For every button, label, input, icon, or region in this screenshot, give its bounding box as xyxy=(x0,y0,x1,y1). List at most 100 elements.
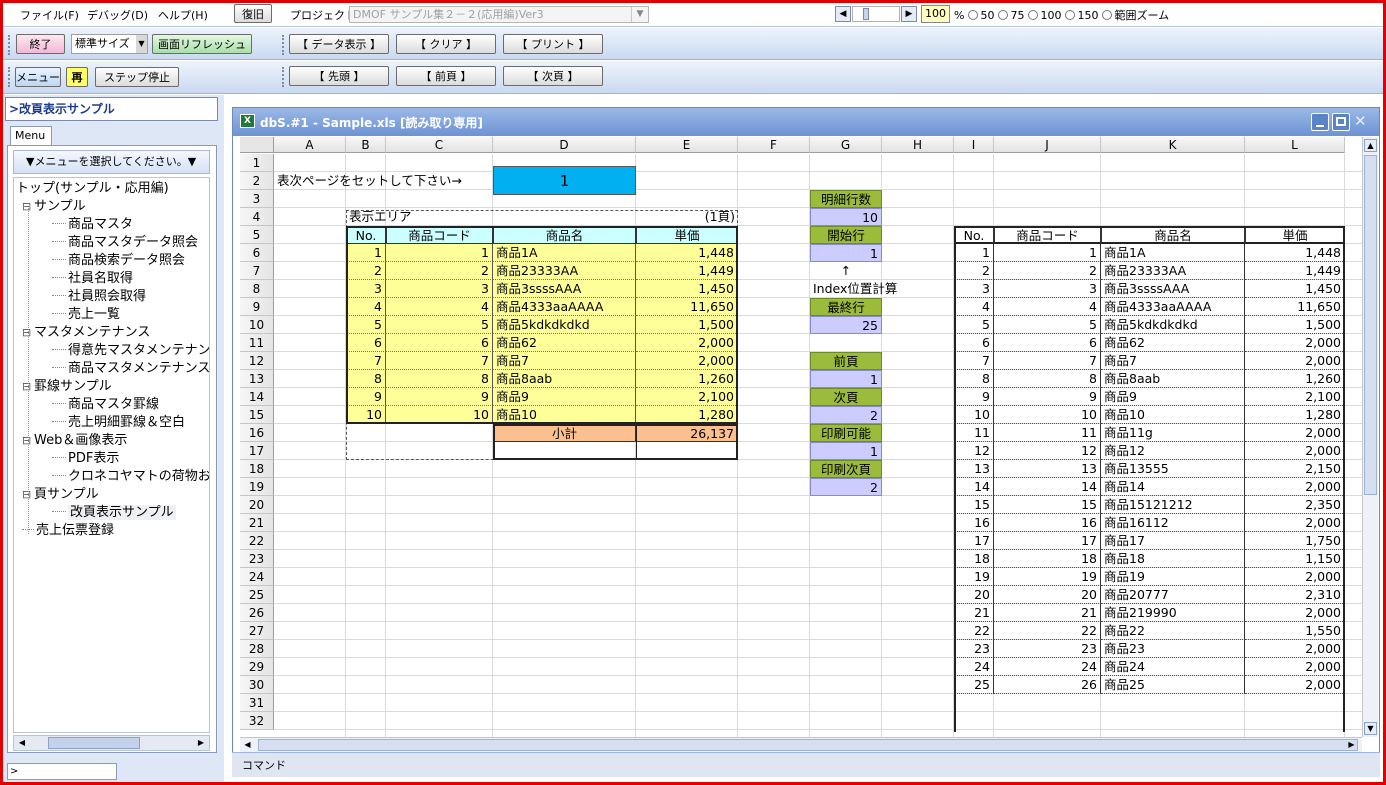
column-header-f[interactable]: F xyxy=(738,137,810,153)
radio-range[interactable] xyxy=(1102,10,1113,20)
scroll-thumb[interactable] xyxy=(1364,155,1377,495)
row-header[interactable]: 24 xyxy=(240,568,274,586)
page-number-input[interactable]: 1 xyxy=(493,166,636,195)
scroll-right-icon[interactable]: ▶ xyxy=(1345,739,1358,751)
tree-item[interactable]: 得意先マスタメンテナンス xyxy=(52,342,209,360)
row-header[interactable]: 17 xyxy=(240,442,274,460)
tree-item[interactable]: 商品マスタ罫線 xyxy=(52,396,159,414)
toolbar-grip[interactable] xyxy=(282,67,285,87)
tree-horizontal-scrollbar[interactable]: ◀ ▶ xyxy=(13,735,210,751)
zoom-left-icon[interactable]: ◀ xyxy=(835,6,851,22)
row-header[interactable]: 18 xyxy=(240,460,274,478)
tree-item[interactable]: 社員名取得 xyxy=(52,270,133,288)
param-value[interactable]: 2 xyxy=(810,478,882,496)
column-header-h[interactable]: H xyxy=(882,137,954,153)
scroll-right-icon[interactable]: ▶ xyxy=(193,736,209,750)
tree-item[interactable]: 商品マスタ xyxy=(52,216,133,234)
chevron-down-icon[interactable]: ▼ xyxy=(136,35,147,53)
row-header[interactable]: 25 xyxy=(240,586,274,604)
scroll-up-icon[interactable]: ▲ xyxy=(1364,139,1377,152)
row-header[interactable]: 27 xyxy=(240,622,274,640)
menu-debug[interactable]: デバッグ(D) xyxy=(87,7,148,23)
replay-button[interactable]: 再 xyxy=(66,67,88,87)
row-header[interactable]: 12 xyxy=(240,352,274,370)
restore-button[interactable]: 復旧 xyxy=(234,4,272,23)
data-show-button[interactable]: 【 データ表示 】 xyxy=(289,34,389,54)
column-header-c[interactable]: C xyxy=(386,137,493,153)
row-header[interactable]: 31 xyxy=(240,694,274,712)
radio-100[interactable] xyxy=(1028,10,1039,20)
row-header[interactable]: 8 xyxy=(240,280,274,298)
row-header[interactable]: 29 xyxy=(240,658,274,676)
tree-item[interactable]: トップ(サンプル・応用編) xyxy=(16,180,169,198)
tree-item[interactable]: PDF表示 xyxy=(52,450,119,468)
toolbar-grip[interactable] xyxy=(8,35,11,55)
row-header[interactable]: 14 xyxy=(240,388,274,406)
param-value[interactable]: 1 xyxy=(810,244,882,262)
scroll-left-icon[interactable]: ◀ xyxy=(14,736,30,750)
column-header-d[interactable]: D xyxy=(493,137,636,153)
chevron-down-icon[interactable]: ▼ xyxy=(631,7,648,22)
row-header[interactable]: 6 xyxy=(240,244,274,262)
tree-item[interactable]: ⊟ Web＆画像表示 xyxy=(22,432,127,450)
column-header-k[interactable]: K xyxy=(1101,137,1245,153)
row-header[interactable]: 5 xyxy=(240,226,274,244)
column-header-b[interactable]: B xyxy=(346,137,386,153)
menu-help[interactable]: ヘルプ(H) xyxy=(158,7,208,23)
param-value[interactable]: 2 xyxy=(810,406,882,424)
row-header[interactable]: 3 xyxy=(240,190,274,208)
refresh-button[interactable]: 画面リフレッシュ xyxy=(152,34,252,54)
tree-item[interactable]: 商品マスタメンテナンス xyxy=(52,360,209,378)
menu-file[interactable]: ファイル(F) xyxy=(20,7,79,23)
param-value[interactable]: 25 xyxy=(810,316,882,334)
tree-item[interactable]: 売上明細罫線＆空白 xyxy=(52,414,185,432)
tree-item[interactable]: 売上一覧 xyxy=(52,306,120,324)
scroll-thumb[interactable] xyxy=(48,737,140,749)
sheet-horizontal-scrollbar[interactable]: ◀ ▶ xyxy=(240,737,1362,752)
column-header-i[interactable]: I xyxy=(954,137,994,153)
column-header-g[interactable]: G xyxy=(810,137,882,153)
zoom-right-icon[interactable]: ▶ xyxy=(901,6,917,22)
toolbar-grip[interactable] xyxy=(282,35,285,55)
param-value[interactable]: 1 xyxy=(810,370,882,388)
toolbar-grip[interactable] xyxy=(8,67,11,87)
exit-button[interactable]: 終了 xyxy=(16,34,65,54)
row-header[interactable]: 22 xyxy=(240,532,274,550)
row-header[interactable]: 26 xyxy=(240,604,274,622)
row-header[interactable]: 19 xyxy=(240,478,274,496)
radio-150[interactable] xyxy=(1065,10,1076,20)
tree-item[interactable]: 改頁表示サンプル xyxy=(52,504,176,522)
print-button[interactable]: 【 プリント 】 xyxy=(503,34,603,54)
scroll-left-icon[interactable]: ◀ xyxy=(241,739,254,751)
row-header[interactable]: 1 xyxy=(240,154,274,172)
zoom-slider[interactable] xyxy=(852,6,900,22)
row-header[interactable]: 21 xyxy=(240,514,274,532)
tree-item[interactable]: 売上伝票登録 xyxy=(22,522,114,540)
tree-item[interactable]: ⊟ 罫線サンプル xyxy=(22,378,112,396)
column-header-a[interactable]: A xyxy=(274,137,346,153)
row-header[interactable]: 28 xyxy=(240,640,274,658)
project-select[interactable]: DMOF サンプル集２－２(応用編)Ver3 xyxy=(349,6,649,23)
tree-item[interactable]: ⊟ マスタメンテナンス xyxy=(22,324,150,342)
row-header[interactable]: 20 xyxy=(240,496,274,514)
column-header-e[interactable]: E xyxy=(636,137,738,153)
row-header[interactable]: 30 xyxy=(240,676,274,694)
menu-button[interactable]: メニュー xyxy=(15,67,61,87)
param-value[interactable]: 10 xyxy=(810,208,882,226)
menu-select-dropdown[interactable]: ▼メニューを選択してください。▼ xyxy=(13,150,210,174)
prev-page-button[interactable]: 【 前頁 】 xyxy=(396,66,496,86)
row-header[interactable]: 10 xyxy=(240,316,274,334)
tree-item[interactable]: クロネコヤマトの荷物お問い xyxy=(52,468,209,486)
next-page-button[interactable]: 【 次頁 】 xyxy=(503,66,603,86)
close-icon[interactable]: ✕ xyxy=(1354,112,1367,130)
row-header[interactable]: 7 xyxy=(240,262,274,280)
scroll-thumb[interactable] xyxy=(258,739,1358,751)
step-stop-button[interactable]: ステップ停止 xyxy=(95,67,179,87)
row-header[interactable]: 2 xyxy=(240,172,274,190)
row-header[interactable]: 23 xyxy=(240,550,274,568)
row-header[interactable]: 15 xyxy=(240,406,274,424)
row-header[interactable]: 4 xyxy=(240,208,274,226)
radio-50[interactable] xyxy=(968,10,979,20)
row-header[interactable]: 13 xyxy=(240,370,274,388)
scroll-down-icon[interactable]: ▼ xyxy=(1364,722,1377,735)
